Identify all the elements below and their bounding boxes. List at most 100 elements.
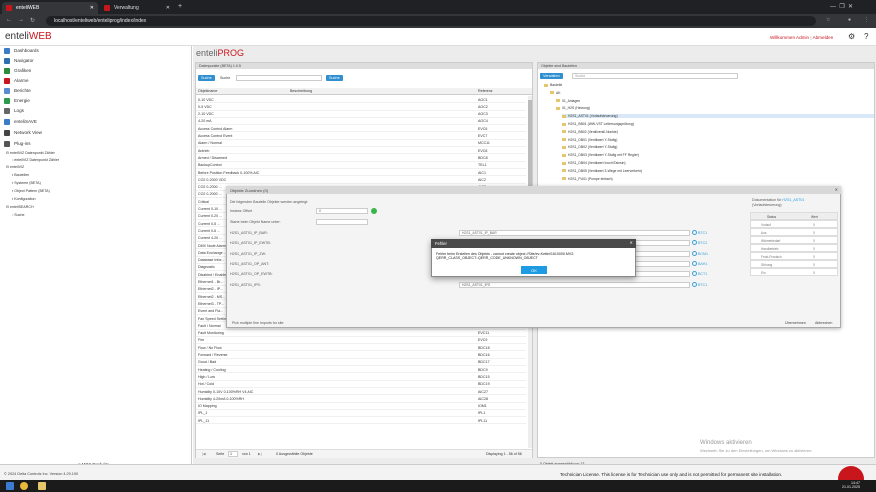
forward-icon[interactable]: →	[18, 17, 24, 23]
table-row[interactable]: Flow / No Flow BDC18	[196, 344, 526, 352]
filter-button[interactable]: Suche	[198, 75, 215, 81]
tree-node[interactable]: H2S1_DB03 (Ventilwert Y-Stufig mit FF Re…	[562, 153, 639, 157]
system-clock[interactable]: 14:47 21.01.2025	[842, 481, 860, 490]
search-button[interactable]: Suche	[326, 75, 343, 81]
sidebar-item-energie[interactable]: Energie	[0, 96, 192, 106]
sidebar-item-entelisave[interactable]: enteliSAVE	[0, 117, 192, 127]
close-tab-icon[interactable]: ✕	[166, 5, 170, 11]
tree-item[interactable]: ▪ Object Pattern (BETA)	[12, 189, 50, 193]
next-page-icon[interactable]: ▶|	[258, 452, 262, 456]
sidebar-item-dashboards[interactable]: Dashboards	[0, 46, 192, 56]
link-icon[interactable]	[692, 281, 697, 287]
name-input[interactable]	[316, 219, 368, 225]
help-icon[interactable]: ?	[864, 32, 868, 41]
tree-item[interactable]: ⊟ enteliVIZ Datenpunkt Zähler	[6, 151, 55, 155]
table-row[interactable]: Humidity 4-20mA 0-100%RH AIC28	[196, 395, 526, 403]
sidebar-item-grafiken[interactable]: Grafiken	[0, 66, 192, 76]
chrome-icon[interactable]	[20, 482, 28, 490]
ok-button[interactable]: OK	[521, 266, 547, 274]
tree-node[interactable]: H2S1_BB01 (WW-VST Leitersungsprüfung)	[562, 122, 634, 126]
tab-verwaltung[interactable]: Verwaltung ✕	[100, 2, 174, 14]
logout-link[interactable]: Abmelden	[813, 35, 834, 40]
close-icon[interactable]: ✕	[629, 240, 633, 245]
explorer-icon[interactable]	[38, 482, 46, 490]
table-row[interactable]: Antrieb EVC8	[196, 147, 526, 155]
table-row[interactable]: CO2 0-2000 VDC AIC2	[196, 176, 526, 184]
manage-button[interactable]: Verwalten	[540, 73, 563, 79]
table-row[interactable]: Hot / Cold BDC19	[196, 381, 526, 388]
table-row[interactable]: IPL_1 IPL1	[196, 410, 526, 418]
table-row[interactable]: 4-20 mA AOC4	[196, 118, 526, 126]
cancel-button[interactable]: Abbrechen	[815, 321, 832, 325]
extensions-icon[interactable]: ☆	[826, 17, 830, 23]
table-row[interactable]: 2-10 VDC AOC3	[196, 111, 526, 118]
tree-item[interactable]: ▪ Bauteilen	[12, 173, 29, 177]
reload-icon[interactable]: ↻	[30, 17, 35, 24]
table-row[interactable]: Fire EVC9	[196, 337, 526, 345]
tree-node[interactable]: 01_Anlagen	[556, 99, 580, 103]
info-icon[interactable]	[371, 208, 377, 214]
column-header[interactable]: Referenz	[478, 89, 493, 93]
link-icon[interactable]	[692, 260, 697, 266]
tree-node[interactable]: H2S1_DB04 (Ventilwert Inoch/Tainsin)	[562, 161, 625, 165]
tree-node[interactable]: H2S1_DB02 (Ventilwert Y-Stufig)	[562, 145, 617, 149]
table-row[interactable]: BackupControl TEL1	[196, 162, 526, 169]
table-row[interactable]: Before Position Feedback 0-100% AIC AIC1	[196, 169, 526, 177]
gear-icon[interactable]: ⚙	[848, 32, 855, 41]
table-row[interactable]: IPL_11 IPL11	[196, 417, 526, 425]
menu-icon[interactable]: ⋮	[864, 17, 869, 23]
tree-node[interactable]: AK	[550, 91, 561, 95]
close-icon[interactable]: ✕	[835, 187, 838, 192]
tree-item[interactable]: ▫ Suche	[12, 213, 24, 217]
link-icon[interactable]	[692, 250, 697, 256]
link-icon[interactable]	[692, 230, 697, 235]
tree-node[interactable]: Bauteile	[544, 83, 562, 87]
table-row[interactable]: 0-5 VDC AOC2	[196, 103, 526, 111]
sidebar-item-navigator[interactable]: Navigator	[0, 56, 192, 66]
tree-item[interactable]: ⊟ enteliSEARCH	[6, 205, 34, 209]
tree-node[interactable]: H2S1_DB01 (Ventilwert Y-Stufig)	[562, 138, 617, 142]
back-icon[interactable]: ←	[6, 17, 12, 23]
tree-item[interactable]: ▪ Konfiguration	[12, 197, 35, 201]
table-row[interactable]: Armed / Disarmed BDC8	[196, 154, 526, 162]
tree-node[interactable]: H2S1_PU01 (Pumpe einfach)	[562, 177, 613, 181]
tree-item[interactable]: ▪ Systeme (BETA)	[12, 181, 41, 185]
field-input[interactable]: H2S1_AST01_IPS	[459, 281, 690, 288]
tree-node[interactable]: 01_H2S (Heizung)	[556, 106, 590, 110]
tree-node[interactable]: H2S1_AST01 (Vorlaufsteuerung)	[562, 114, 874, 119]
table-row[interactable]: Access Control Alarm EVC6	[196, 125, 526, 133]
profile-icon[interactable]: ●	[848, 17, 851, 23]
table-row[interactable]: Humidity 0-10V 0-100%RH V4 AIC AIC27	[196, 388, 526, 396]
new-tab-icon[interactable]: +	[178, 3, 182, 10]
window-controls[interactable]: — ❐ ✕	[830, 3, 853, 10]
sidebar-item-alarme[interactable]: Alarme	[0, 76, 192, 86]
apply-button[interactable]: Übernehmen	[785, 321, 806, 325]
first-page-icon[interactable]: |◀	[202, 452, 206, 456]
offset-input[interactable]: 0	[316, 208, 368, 214]
search-input[interactable]	[236, 75, 322, 81]
tree-item[interactable]: ▫ enteliVIZ Datenpunkt Zähler	[12, 158, 59, 162]
tree-node[interactable]: H2S1_DB05 (Ventilwert 3-Wege mit Leerver…	[562, 169, 642, 173]
column-header[interactable]: Objektname	[198, 89, 217, 93]
table-row[interactable]: Good / Bad BDC17	[196, 359, 526, 367]
sidebar-item-logs[interactable]: Logs	[0, 106, 192, 116]
table-row[interactable]: Access Control Event EVC7	[196, 133, 526, 140]
table-row[interactable]: Heating / Cooling BDC9	[196, 366, 526, 374]
url-input[interactable]: localhost/enteliweb/enteliprog/index/ind…	[46, 16, 816, 26]
page-input[interactable]: 1	[228, 451, 238, 457]
start-icon[interactable]	[6, 482, 14, 490]
table-row[interactable]: Forward / Reverse BDC16	[196, 352, 526, 359]
table-row[interactable]: Fault Monitoring EVC11	[196, 330, 526, 337]
column-header[interactable]: Beschreibung	[290, 89, 312, 93]
table-row[interactable]: High / Low BDC15	[196, 373, 526, 381]
sidebar-item-berichte[interactable]: Berichte	[0, 86, 192, 96]
field-input[interactable]: H2S1_AST01_IP_BAR	[459, 230, 690, 236]
table-row[interactable]: 0-10 VDC AOC1	[196, 96, 526, 104]
tree-node[interactable]: H2S1_BB02 (Ventilventil-Nunkte)	[562, 130, 618, 134]
close-tab-icon[interactable]: ✕	[90, 5, 94, 11]
search-input[interactable]: Suche	[572, 73, 738, 79]
tab-enteliweb[interactable]: enteliWEB ✕	[2, 2, 98, 14]
table-row[interactable]: IO Mapping IOM1	[196, 403, 526, 410]
tree-item[interactable]: ⊟ enteliVIZ	[6, 165, 24, 169]
sidebar-item-plugins[interactable]: Plug-ins	[0, 139, 192, 149]
